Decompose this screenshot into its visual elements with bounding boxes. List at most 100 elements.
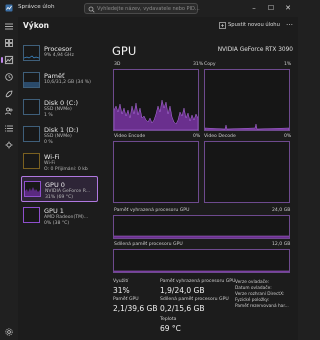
startup-icon[interactable] [4, 89, 14, 99]
device-disk-1[interactable]: Disk 1 (D:) SSD (NVMe) 0 % [21, 122, 98, 148]
wifi-thumbnail [23, 153, 40, 169]
graph-encode-name[interactable]: Video Encode [114, 134, 145, 139]
details-icon[interactable] [4, 123, 14, 133]
shared-memory-graph-max: 12,0 GB [272, 242, 291, 247]
device-list: Procesor 9% 4,94 GHz Paměť 10,6/31,2 GB … [18, 35, 100, 340]
gpu1-thumbnail [23, 207, 40, 223]
graph-copy-name[interactable]: Copy [204, 62, 216, 67]
gpu-memory-label: Paměť GPU [113, 297, 139, 302]
search-box[interactable]: Vyhledejte název, vydavatele nebo PID... [84, 3, 200, 14]
run-new-task-label: Spustit novou úlohu [228, 22, 280, 28]
dedicated-memory-value: 1,9/24,0 GB [160, 286, 205, 295]
shared-memory-graph [113, 249, 290, 273]
device-detail-2: O: 0 Přijímání: 0 kb [44, 167, 88, 172]
shared-memory-graph-label: Sdílená paměť procesoru GPU [114, 242, 183, 247]
shared-memory-plot [114, 270, 289, 272]
gpu-title: GPU [112, 44, 137, 58]
page-title: Výkon [23, 21, 49, 30]
graph-video-encode [113, 141, 199, 203]
driver-date-label: Datum ovladače: [235, 286, 272, 291]
device-gpu-1[interactable]: GPU 1 AMD Radeon(TM)... 0% (38 °C) [21, 203, 98, 229]
device-detail: Wi-Fi [44, 161, 55, 166]
device-name: GPU 0 [45, 181, 65, 189]
usage-value: 31% [113, 286, 130, 295]
gpu0-thumbnail [24, 181, 41, 197]
minimize-icon[interactable]: – [246, 0, 262, 17]
shared-memory-value: 0,2/15,6 GB [160, 304, 205, 313]
search-icon [88, 6, 95, 13]
graph-copy [204, 69, 290, 131]
graph-3d-name[interactable]: 3D [114, 62, 120, 67]
directx-version-label: Verze rozhraní DirectX: [235, 292, 285, 297]
performance-icon[interactable] [1, 55, 14, 65]
task-manager-window: Správce úloh Vyhledejte název, vydavatel… [0, 0, 298, 340]
close-icon[interactable]: ✕ [280, 0, 296, 17]
device-memory[interactable]: Paměť 10,6/31,2 GB (34 %) [21, 68, 98, 94]
device-name: Wi-Fi [44, 153, 60, 161]
shared-memory-label: Sdílená paměť procesoru GPU [160, 297, 229, 302]
gpu-memory-value: 2,1/39,6 GB [113, 304, 158, 313]
device-name: Paměť [44, 72, 65, 80]
graph-decode-name[interactable]: Video Decode [204, 134, 236, 139]
graph-encode-pct: 0% [193, 134, 201, 139]
dedicated-memory-graph-label: Paměť vyhrazená procesoru GPU [114, 208, 190, 213]
device-detail: SSD (NVMe) [44, 107, 72, 112]
graph-copy-pct: 1% [284, 62, 292, 67]
device-gpu-0[interactable]: GPU 0 NVIDIA GeForce R... 31% (69 °C) [21, 176, 98, 202]
temperature-label: Teplota [160, 317, 177, 322]
device-detail-2: 1 % [44, 113, 53, 118]
device-detail: NVIDIA GeForce R... [45, 189, 91, 194]
graph-3d-plot [114, 99, 198, 130]
hamburger-icon[interactable] [4, 21, 14, 31]
device-detail: 10,6/31,2 GB (34 %) [44, 80, 91, 85]
device-detail-2: 0% (38 °C) [44, 221, 70, 226]
disk1-thumbnail [23, 126, 40, 142]
device-name: GPU 1 [44, 207, 64, 215]
run-new-task-button[interactable]: Spustit novou úlohu [219, 20, 280, 30]
nav-rail [0, 17, 18, 340]
memory-thumbnail [23, 72, 40, 88]
device-detail: AMD Radeon(TM)... [44, 215, 89, 220]
settings-icon[interactable] [4, 327, 14, 337]
device-disk-0[interactable]: Disk 0 (C:) SSD (NVMe) 1 % [21, 95, 98, 121]
app-icon [5, 4, 13, 12]
device-detail-2: 0 % [44, 140, 53, 145]
maximize-icon[interactable]: ☐ [263, 0, 279, 17]
processes-icon[interactable] [4, 38, 14, 48]
driver-version-label: Verze ovladače: [235, 280, 270, 285]
dedicated-memory-graph-max: 24,0 GB [272, 208, 291, 213]
app-title: Správce úloh [18, 4, 55, 10]
device-name: Disk 0 (C:) [44, 99, 79, 107]
graph-decode-pct: 0% [284, 134, 292, 139]
run-task-icon [219, 21, 226, 29]
device-name: Disk 1 (D:) [44, 126, 79, 134]
titlebar: Správce úloh Vyhledejte název, vydavatel… [0, 0, 298, 17]
temperature-value: 69 °C [160, 324, 181, 333]
graph-video-decode [204, 141, 290, 203]
device-cpu[interactable]: Procesor 9% 4,94 GHz [21, 41, 98, 67]
cpu-thumbnail [23, 45, 40, 61]
history-icon[interactable] [4, 72, 14, 82]
physical-location-label: Fyzické položky: [235, 298, 270, 303]
graph-3d [113, 69, 199, 131]
gpu-panel: GPU NVIDIA GeForce RTX 3090 3D 31% Copy … [100, 35, 298, 340]
dedicated-memory-label: Paměť vyhrazená procesoru GPU [160, 279, 236, 284]
reserved-memory-label: Paměť rezervovaná har... [235, 304, 289, 309]
dedicated-memory-graph [113, 215, 290, 239]
services-icon[interactable] [4, 140, 14, 150]
page-header: Výkon Spustit novou úlohu … [18, 17, 298, 35]
more-options-button[interactable]: … [286, 19, 293, 27]
device-detail: 9% 4,94 GHz [44, 53, 74, 58]
device-name: Procesor [44, 45, 72, 53]
graph-3d-pct: 31% [193, 62, 204, 67]
gpu-model: NVIDIA GeForce RTX 3090 [217, 47, 293, 53]
device-wifi[interactable]: Wi-Fi Wi-Fi O: 0 Přijímání: 0 kb [21, 149, 98, 175]
device-detail: SSD (NVMe) [44, 134, 72, 139]
dedicated-memory-plot [114, 235, 289, 238]
device-detail-2: 31% (69 °C) [45, 195, 74, 200]
search-placeholder: Vyhledejte název, vydavatele nebo PID... [97, 6, 200, 12]
usage-label: Využití [113, 279, 129, 284]
users-icon[interactable] [4, 106, 14, 116]
disk0-thumbnail [23, 99, 40, 115]
graph-copy-plot [205, 123, 289, 130]
